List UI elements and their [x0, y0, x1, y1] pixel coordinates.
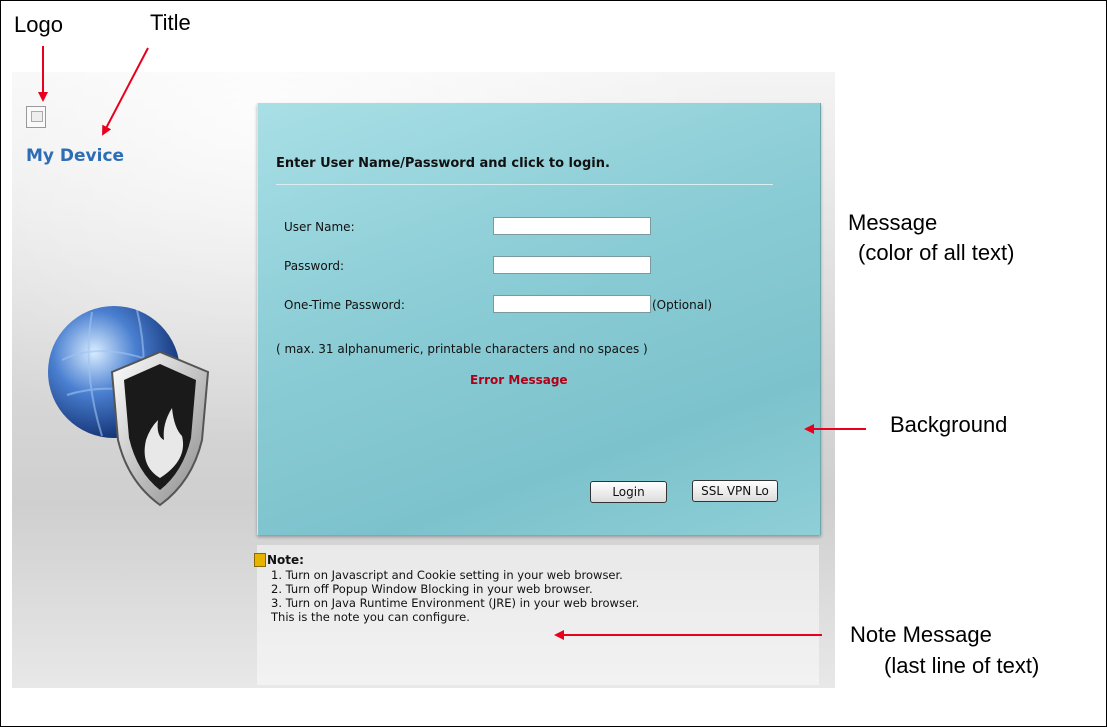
callout-arrows [38, 46, 866, 640]
callout-arrow-title [102, 47, 149, 136]
